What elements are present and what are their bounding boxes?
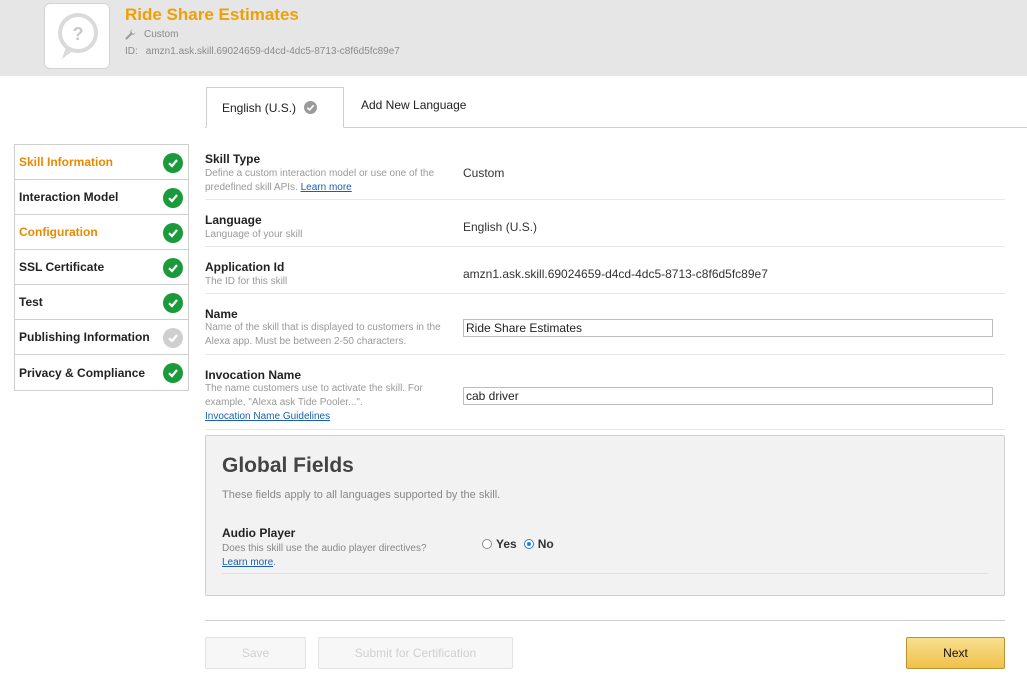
sidebar-item-label: Skill Information bbox=[19, 155, 114, 169]
global-fields-desc: These fields apply to all languages supp… bbox=[222, 489, 501, 501]
audio-player-no-radio[interactable] bbox=[523, 539, 534, 549]
submit-for-certification-button[interactable]: Submit for Certification bbox=[318, 637, 513, 669]
check-circle-icon bbox=[163, 223, 183, 243]
tab-english-us-label: English (U.S.) bbox=[222, 100, 297, 115]
skill-id-row: ID: amzn1.ask.skill.69024659-d4cd-4dc5-87… bbox=[125, 46, 400, 57]
sidebar-nav: Skill Information Interaction Model Conf… bbox=[14, 144, 189, 391]
audio-player-desc: Does this skill use the audio player dir… bbox=[222, 543, 427, 568]
audio-player-no-label[interactable]: No bbox=[538, 537, 554, 551]
check-icon bbox=[304, 101, 318, 114]
audio-player-learn-more-link[interactable]: Learn more bbox=[222, 557, 273, 568]
skill-type-learn-more-link[interactable]: Learn more bbox=[301, 182, 352, 193]
sidebar-item-privacy-compliance[interactable]: Privacy & Compliance bbox=[15, 355, 188, 390]
sidebar-item-configuration[interactable]: Configuration bbox=[15, 215, 188, 250]
sidebar-item-interaction-model[interactable]: Interaction Model bbox=[15, 180, 188, 215]
check-circle-pending-icon bbox=[163, 328, 183, 348]
sidebar-item-label: Privacy & Compliance bbox=[19, 365, 146, 380]
skill-name-input[interactable] bbox=[463, 319, 993, 337]
skill-type-row: Custom bbox=[125, 29, 178, 40]
audio-player-desc-text: Does this skill use the audio player dir… bbox=[222, 543, 427, 554]
name-desc: Name of the skill that is displayed to c… bbox=[205, 322, 441, 347]
audio-player-options: Yes No bbox=[482, 537, 554, 551]
skill-name: Ride Share Estimates bbox=[125, 5, 299, 24]
language-label: Language bbox=[205, 213, 262, 227]
application-id-row: Application Id The ID for this skill amz… bbox=[205, 247, 1005, 294]
svg-text:?: ? bbox=[73, 24, 84, 44]
skill-type-text: Custom bbox=[144, 29, 179, 40]
language-desc: Language of your skill bbox=[205, 229, 303, 240]
sidebar-item-label: Configuration bbox=[19, 225, 98, 239]
sidebar-item-publishing-information[interactable]: Publishing Information bbox=[15, 320, 188, 355]
invocation-guidelines-link[interactable]: Invocation Name Guidelines bbox=[205, 411, 330, 422]
sidebar-item-test[interactable]: Test bbox=[15, 285, 188, 320]
skill-id-label: ID: bbox=[125, 46, 138, 57]
wrench-icon bbox=[125, 29, 136, 40]
global-fields-divider bbox=[222, 573, 988, 574]
skill-type-value: Custom bbox=[463, 166, 505, 180]
skill-type-row: Skill Type Define a custom interaction m… bbox=[205, 151, 1005, 200]
skill-type-label: Skill Type bbox=[205, 152, 261, 166]
footer-divider bbox=[205, 620, 1005, 621]
skill-header: ? Ride Share Estimates Custom ID: amzn1.a… bbox=[0, 0, 1027, 76]
check-circle-icon bbox=[163, 153, 183, 173]
application-id-label: Application Id bbox=[205, 260, 285, 274]
global-fields-title: Global Fields bbox=[222, 454, 354, 477]
audio-player-label: Audio Player bbox=[222, 526, 296, 540]
sidebar-item-label: Interaction Model bbox=[19, 190, 119, 204]
invocation-name-label: Invocation Name bbox=[205, 368, 302, 382]
skill-type-desc: Define a custom interaction model or use… bbox=[205, 167, 457, 195]
application-id-desc: The ID for this skill bbox=[205, 276, 288, 287]
skill-icon: ? bbox=[44, 3, 110, 69]
sidebar-item-label: SSL Certificate bbox=[19, 260, 105, 274]
tab-english-us[interactable]: English (U.S.) bbox=[206, 87, 344, 128]
name-label: Name bbox=[205, 307, 238, 321]
audio-player-yes-radio[interactable] bbox=[482, 539, 492, 549]
save-button[interactable]: Save bbox=[205, 637, 306, 669]
sidebar-item-skill-information[interactable]: Skill Information bbox=[15, 145, 188, 180]
language-row: Language Language of your skill English … bbox=[205, 200, 1005, 247]
check-circle-icon bbox=[163, 188, 183, 208]
next-button[interactable]: Next bbox=[906, 637, 1005, 669]
invocation-name-row: Invocation Name The name customers use t… bbox=[205, 355, 1005, 430]
check-circle-icon bbox=[163, 363, 183, 383]
sidebar-item-ssl-certificate[interactable]: SSL Certificate bbox=[15, 250, 188, 285]
audio-player-yes-label[interactable]: Yes bbox=[496, 537, 517, 551]
global-fields-panel: Global Fields These fields apply to all … bbox=[205, 435, 1005, 596]
sidebar-item-label: Publishing Information bbox=[19, 330, 150, 344]
check-circle-icon bbox=[163, 293, 183, 313]
invocation-name-desc: The name customers use to activate the s… bbox=[205, 383, 423, 408]
language-value: English (U.S.) bbox=[463, 220, 538, 234]
invocation-name-input[interactable] bbox=[463, 387, 993, 405]
add-new-language-tab[interactable]: Add New Language bbox=[361, 98, 466, 112]
check-circle-icon bbox=[163, 258, 183, 278]
sidebar-item-label: Test bbox=[19, 295, 43, 309]
name-row: Name Name of the skill that is displayed… bbox=[205, 294, 1005, 355]
skill-id-value: amzn1.ask.skill.69024659-d4cd-4dc5-8713-… bbox=[145, 46, 400, 57]
question-mark-speech-bubble-icon: ? bbox=[58, 13, 98, 59]
application-id-value: amzn1.ask.skill.69024659-d4cd-4dc5-8713-… bbox=[463, 267, 768, 281]
